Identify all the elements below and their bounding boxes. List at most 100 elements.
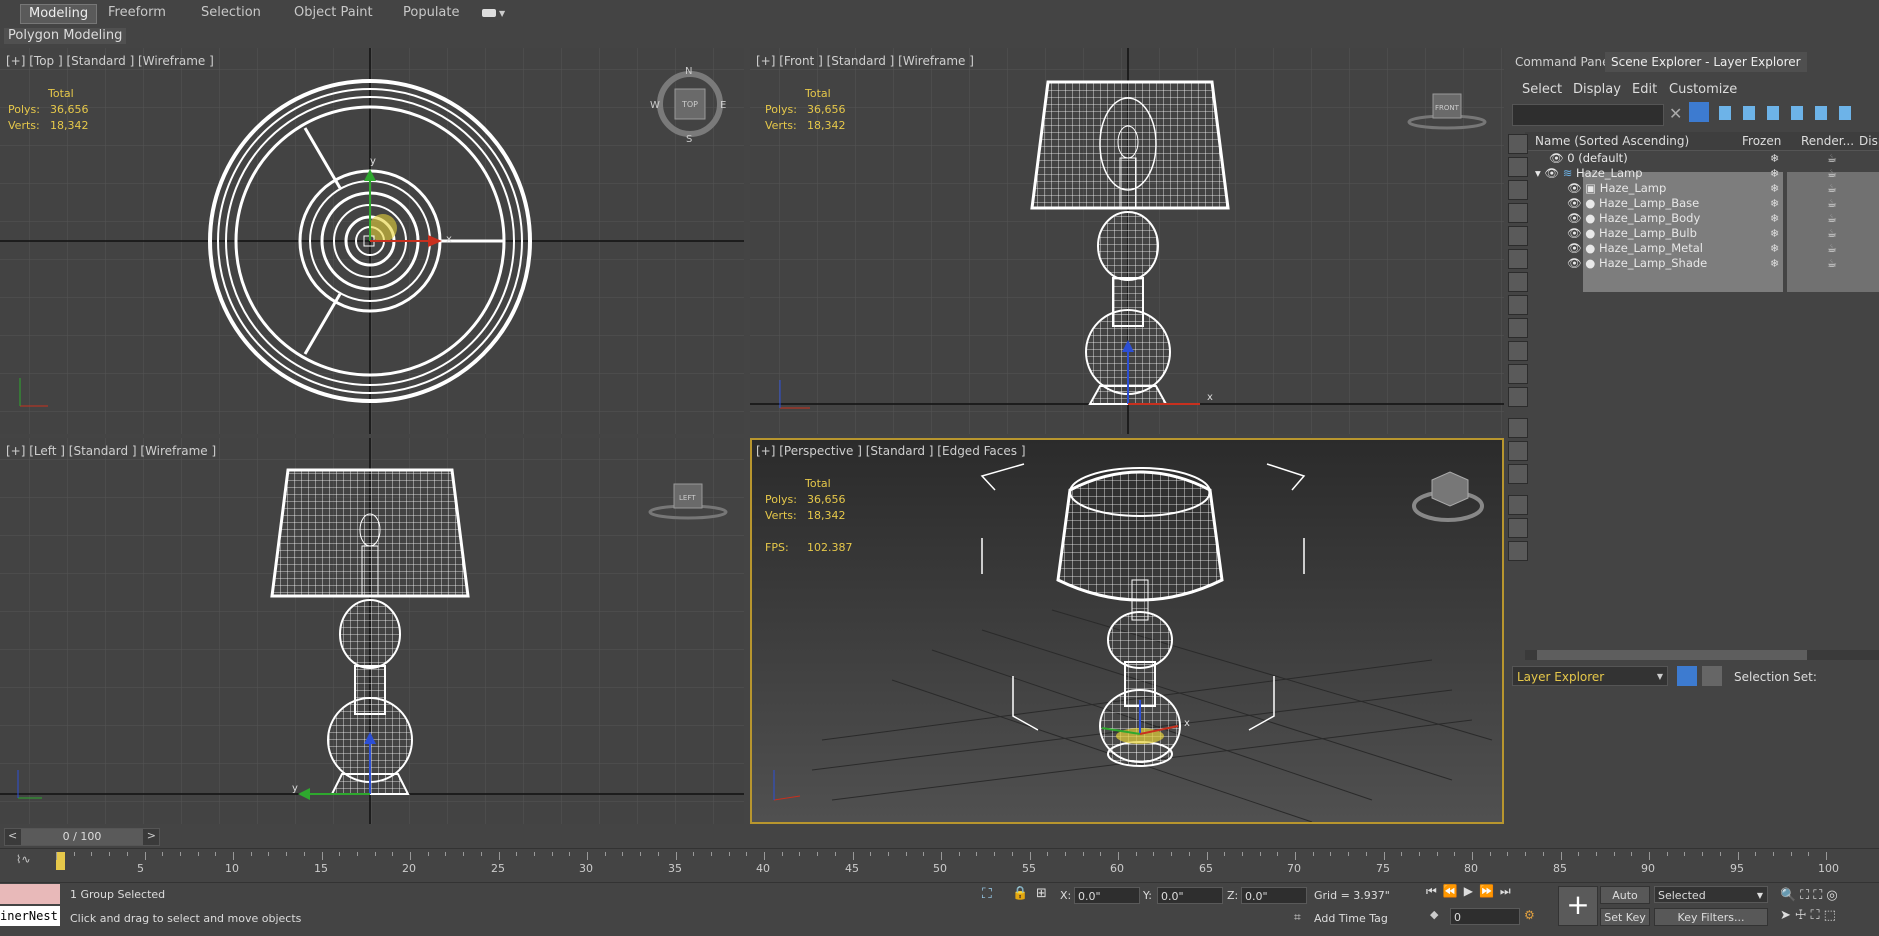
playback-controls[interactable]: ⏮⏪▶⏩⏭ (1426, 884, 1546, 904)
viewport-left[interactable]: y LEFT [+] [Left ] [Standard ] [Wirefram… (0, 438, 744, 824)
display-shapes-icon[interactable] (1508, 157, 1528, 177)
absolute-mode-icon[interactable]: ⊞ (1036, 886, 1047, 901)
tab-selection[interactable]: Selection (193, 4, 269, 22)
selection-set-icon[interactable] (1702, 666, 1722, 686)
prev-frame-icon[interactable]: < (8, 829, 17, 842)
explorer-type-select[interactable]: Layer Explorer ▼ (1512, 666, 1668, 686)
viewport-label[interactable]: [+] [Perspective ] [Standard ] [Edged Fa… (756, 444, 1026, 458)
menu-customize[interactable]: Customize (1669, 82, 1737, 97)
display-groups-icon[interactable] (1508, 272, 1528, 292)
display-spacewarps-icon[interactable] (1508, 249, 1528, 269)
time-tag-icon[interactable]: ⌗ (1294, 910, 1301, 925)
maxscript-input[interactable]: inerNest (0, 906, 60, 926)
layer-explorer-icon[interactable] (1677, 666, 1697, 686)
viewport-front[interactable]: x FRONT [+] [Front ] [Standard ] [Wirefr… (750, 48, 1504, 434)
frame-indicator[interactable]: 0 / 100 (21, 829, 143, 845)
list-item[interactable]: 👁 ● Haze_Lamp_Body (1567, 211, 1700, 226)
search-input[interactable] (1512, 104, 1664, 126)
list-item[interactable]: 👁 ● Haze_Lamp_Shade (1567, 256, 1707, 271)
filter-toggle-icon[interactable] (1508, 495, 1528, 515)
display-bones-icon[interactable] (1508, 318, 1528, 338)
next-frame-icon[interactable]: > (147, 829, 156, 842)
z-coordinate-field[interactable]: 0.0" (1241, 887, 1307, 904)
viewport-label[interactable]: [+] [Front ] [Standard ] [Wireframe ] (756, 54, 974, 68)
current-frame-field[interactable]: 0 (1450, 908, 1520, 925)
x-coordinate-field[interactable]: 0.0" (1074, 887, 1140, 904)
column-display[interactable]: Disp (1859, 132, 1879, 150)
eye-icon[interactable]: 👁 (1567, 256, 1585, 270)
display-geometry-icon[interactable] (1508, 134, 1528, 154)
list-item[interactable]: 👁 ▣ Haze_Lamp (1567, 181, 1666, 196)
timeline-track[interactable]: 5 10 15 20 25 30 35 40 45 50 55 60 65 70 75 80 85 90 95 100 (56, 852, 1839, 880)
filter-funnel-icon[interactable] (1508, 518, 1528, 538)
set-keys-button[interactable]: + (1558, 886, 1598, 926)
column-frozen[interactable]: Frozen (1742, 132, 1781, 150)
timeline-tick (1702, 852, 1703, 856)
display-invert-icon[interactable] (1508, 464, 1528, 484)
display-none-icon[interactable] (1508, 441, 1528, 461)
key-filters-button[interactable]: Key Filters... (1654, 908, 1768, 926)
frozen-icons[interactable]: ❄ ❄ ❄ ❄ ❄ ❄ ❄ ❄ (1770, 151, 1790, 275)
column-name[interactable]: Name (Sorted Ascending) (1535, 132, 1689, 150)
list-item[interactable]: 👁 ● Haze_Lamp_Bulb (1567, 226, 1697, 241)
tab-modeling[interactable]: Modeling (20, 4, 98, 24)
list-item[interactable]: ▾ 👁 ≋ Haze_Lamp (1535, 166, 1643, 181)
menu-display[interactable]: Display (1573, 82, 1621, 97)
time-cursor[interactable] (56, 852, 65, 870)
expand-icon[interactable]: ▾ 👁 (1535, 166, 1563, 180)
lock-icon[interactable]: 🔒 (1012, 886, 1028, 901)
timeline-tick (923, 852, 924, 856)
display-cameras-icon[interactable] (1508, 203, 1528, 223)
key-mode-icon[interactable]: ◆ (1430, 908, 1438, 921)
explorer-toolbar-icons[interactable] (1719, 106, 1859, 120)
display-frozen-icon[interactable] (1508, 364, 1528, 384)
time-config-icon[interactable]: ⚙ (1524, 908, 1535, 922)
tab-command-panel[interactable]: Command Panel (1509, 52, 1619, 72)
key-set-dropdown[interactable]: Selected ▼ (1654, 886, 1768, 903)
tab-object-paint[interactable]: Object Paint (286, 4, 381, 22)
eye-icon[interactable]: 👁 (1549, 151, 1567, 165)
menu-select[interactable]: Select (1522, 82, 1562, 97)
timeline-tick (1401, 852, 1402, 856)
curve-editor-icon[interactable]: ⌇∿ (16, 853, 31, 866)
viewport-perspective[interactable]: x [+] [Perspective ] [Standard ] [Edged … (750, 438, 1504, 824)
display-containers-icon[interactable] (1508, 341, 1528, 361)
viewport-navigation-icons[interactable]: 🔍⛶⛶◎ ➤☩⛶⬚ (1780, 886, 1876, 926)
tab-freeform[interactable]: Freeform (100, 4, 174, 22)
viewport-top[interactable]: y x TOP N S E W [+] [Top ] [Standard ] [… (0, 48, 744, 434)
filter-settings-icon[interactable] (1508, 541, 1528, 561)
tab-populate[interactable]: Populate (395, 4, 468, 22)
filter-icon[interactable] (1689, 102, 1709, 122)
add-time-tag[interactable]: Add Time Tag (1314, 912, 1388, 925)
render-teapot-icons[interactable]: ☕ ☕ ☕ ☕ ☕ ☕ ☕ ☕ (1827, 151, 1847, 275)
isolate-icon[interactable]: ⛶ (982, 886, 992, 902)
eye-icon[interactable]: 👁 (1567, 241, 1585, 255)
display-lights-icon[interactable] (1508, 180, 1528, 200)
horizontal-scrollbar[interactable] (1525, 650, 1879, 660)
clear-icon[interactable]: ✕ (1669, 104, 1682, 123)
time-slider[interactable]: < 0 / 100 > (4, 828, 160, 846)
display-all-icon[interactable] (1508, 418, 1528, 438)
eye-icon[interactable]: 👁 (1567, 196, 1585, 210)
set-key-button[interactable]: Set Key (1600, 908, 1650, 926)
tab-scene-explorer[interactable]: Scene Explorer - Layer Explorer (1605, 52, 1807, 72)
menu-edit[interactable]: Edit (1632, 82, 1657, 97)
chevron-down-icon[interactable]: ▼ (499, 9, 505, 18)
list-item[interactable]: 👁 ● Haze_Lamp_Metal (1567, 241, 1703, 256)
display-helpers-icon[interactable] (1508, 226, 1528, 246)
polygon-modeling-button[interactable]: Polygon Modeling (4, 28, 127, 44)
list-item[interactable]: 👁 ● Haze_Lamp_Base (1567, 196, 1699, 211)
ribbon-options-icon[interactable] (482, 9, 496, 17)
viewport-label[interactable]: [+] [Left ] [Standard ] [Wireframe ] (6, 444, 216, 458)
display-hidden-icon[interactable] (1508, 387, 1528, 407)
eye-icon[interactable]: 👁 (1567, 211, 1585, 225)
eye-icon[interactable]: 👁 (1567, 226, 1585, 240)
eye-icon[interactable]: 👁 (1567, 181, 1585, 195)
list-item[interactable]: 👁 0 (default) (1549, 151, 1628, 166)
maxscript-listener-field[interactable] (0, 884, 60, 904)
y-coordinate-field[interactable]: 0.0" (1157, 887, 1223, 904)
column-render[interactable]: Render... (1801, 132, 1854, 150)
display-xrefs-icon[interactable] (1508, 295, 1528, 315)
viewport-label[interactable]: [+] [Top ] [Standard ] [Wireframe ] (6, 54, 214, 68)
auto-key-button[interactable]: Auto Key (1600, 886, 1650, 920)
